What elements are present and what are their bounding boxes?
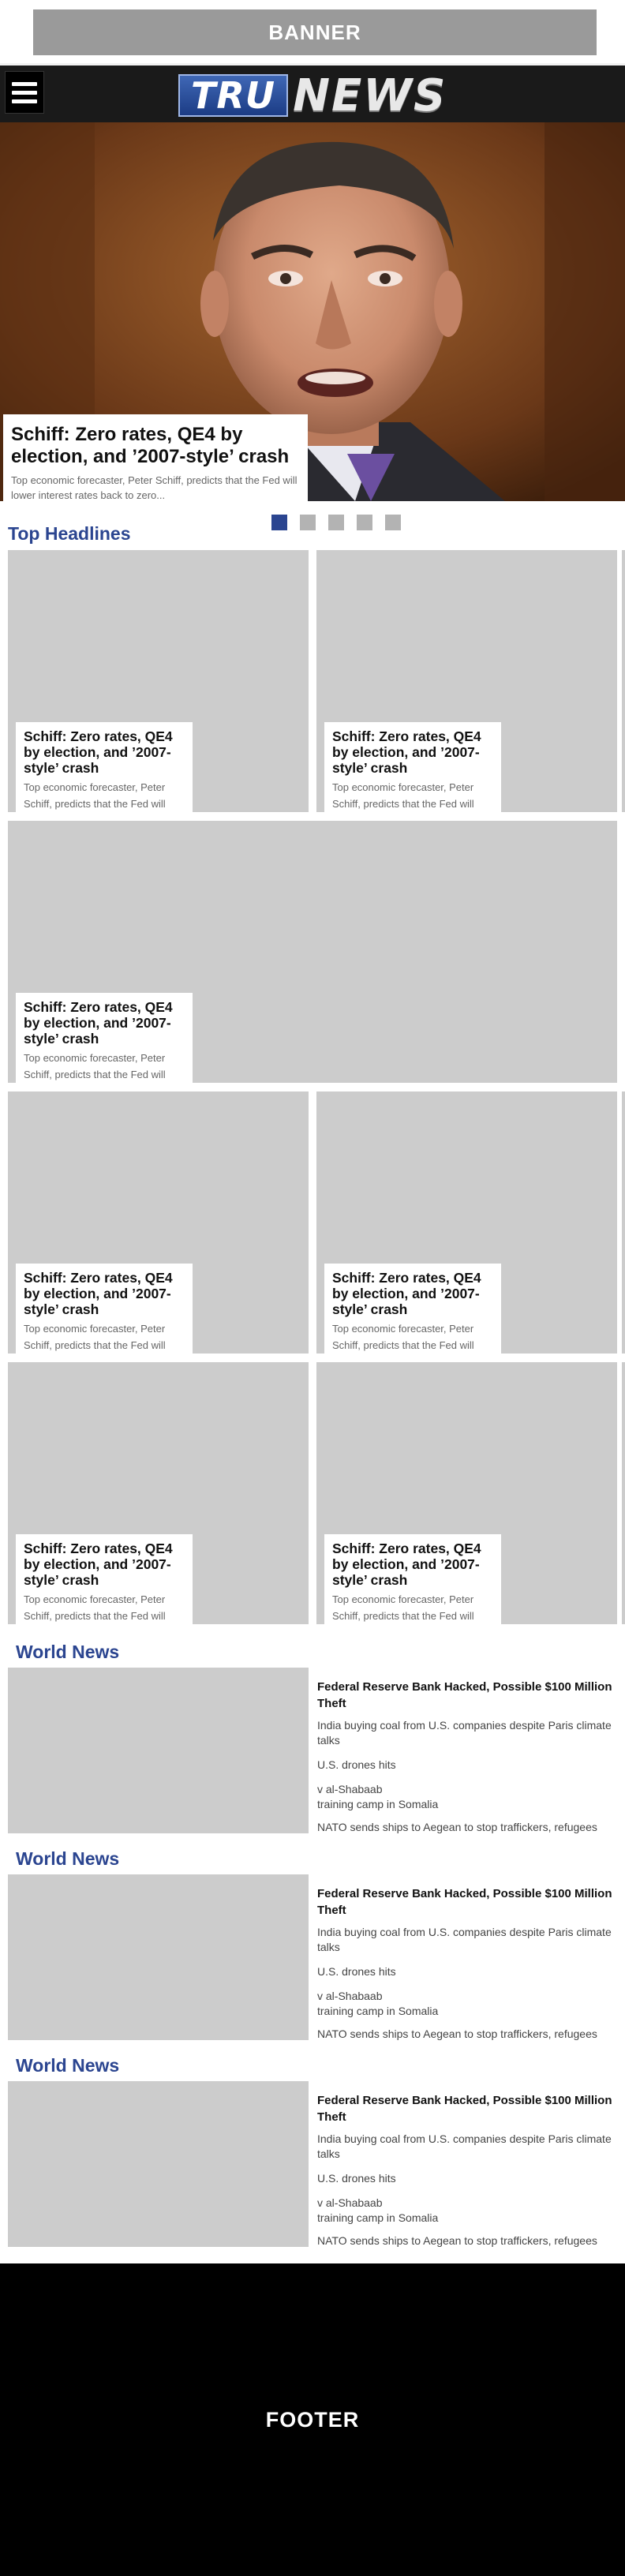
world-news-item[interactable]: U.S. drones hits <box>317 2171 617 2186</box>
card-caption: Schiff: Zero rates, QE4 by election, and… <box>324 722 501 812</box>
menu-bar <box>12 81 37 86</box>
world-news-item[interactable]: v al-Shabaab training camp in Somalia <box>317 1782 617 1812</box>
world-news-headline[interactable]: Federal Reserve Bank Hacked, Possible $1… <box>317 1885 617 1919</box>
hamburger-menu-button[interactable] <box>5 71 44 114</box>
card-caption: Schiff: Zero rates, QE4 by election, and… <box>16 1534 193 1624</box>
headline-card-wide[interactable]: Schiff: Zero rates, QE4 by election, and… <box>8 821 617 1083</box>
world-news-item[interactable]: v al-Shabaab training camp in Somalia <box>317 2196 617 2226</box>
world-news-item[interactable]: India buying coal from U.S. companies de… <box>317 2132 617 2162</box>
card-title[interactable]: Schiff: Zero rates, QE4 by election, and… <box>24 1270 185 1317</box>
card-description: Top economic forecaster, Peter Schiff, p… <box>332 781 474 810</box>
world-news-item[interactable]: NATO sends ships to Aegean to stop traff… <box>317 2233 617 2248</box>
world-news-item[interactable]: NATO sends ships to Aegean to stop traff… <box>317 2027 617 2042</box>
slider-dot-5[interactable] <box>385 515 401 530</box>
world-news-item[interactable]: U.S. drones hits <box>317 1758 617 1773</box>
world-news-item[interactable]: NATO sends ships to Aegean to stop traff… <box>317 1820 617 1835</box>
world-news-list: Federal Reserve Bank Hacked, Possible $1… <box>317 2092 617 2258</box>
card-title[interactable]: Schiff: Zero rates, QE4 by election, and… <box>24 728 185 776</box>
banner-area: BANNER <box>0 0 625 63</box>
world-news-list: Federal Reserve Bank Hacked, Possible $1… <box>317 1679 617 1844</box>
world-news-list: Federal Reserve Bank Hacked, Possible $1… <box>317 1885 617 2051</box>
hero-caption[interactable]: Schiff: Zero rates, QE4 by election, and… <box>3 414 308 501</box>
card-caption: Schiff: Zero rates, QE4 by election, and… <box>324 1534 501 1624</box>
world-news-heading: World News <box>16 1848 120 1869</box>
headline-card[interactable]: Schiff: Zero rates, QE4 by election, and… <box>316 1362 617 1624</box>
footer: FOOTER <box>0 2263 625 2576</box>
card-caption: Schiff: Zero rates, QE4 by election, and… <box>16 722 193 812</box>
card-title[interactable]: Schiff: Zero rates, QE4 by election, and… <box>24 1541 185 1588</box>
top-headlines-heading: Top Headlines <box>8 523 131 544</box>
world-news-heading: World News <box>16 1642 120 1662</box>
site-logo[interactable]: TRU NEWS <box>178 70 494 122</box>
headline-card[interactable]: Schiff: Zero rates, QE4 by election, and… <box>8 1362 309 1624</box>
hero-description: Top economic forecaster, Peter Schiff, p… <box>11 474 298 501</box>
headline-card[interactable]: Schiff: Zero rates, QE4 by election, and… <box>316 550 617 812</box>
world-news-heading: World News <box>16 2055 120 2076</box>
menu-bar <box>12 90 37 95</box>
card-title[interactable]: Schiff: Zero rates, QE4 by election, and… <box>24 999 185 1046</box>
world-news-item[interactable]: India buying coal from U.S. companies de… <box>317 1925 617 1955</box>
headline-card[interactable]: Schiff: Zero rates, QE4 by election, and… <box>8 1091 309 1354</box>
card-title[interactable]: Schiff: Zero rates, QE4 by election, and… <box>332 728 493 776</box>
card-description: Top economic forecaster, Peter Schiff, p… <box>332 1593 474 1622</box>
headline-card-peek <box>622 1362 625 1624</box>
headline-card[interactable]: Schiff: Zero rates, QE4 by election, and… <box>8 550 309 812</box>
world-news-item[interactable]: U.S. drones hits <box>317 1964 617 1979</box>
menu-bar <box>12 99 37 103</box>
headline-card[interactable]: Schiff: Zero rates, QE4 by election, and… <box>316 1091 617 1354</box>
world-news-item[interactable]: v al-Shabaab training camp in Somalia <box>317 1989 617 2019</box>
page: BANNER TRU NEWS Schiff: Zero rates, QE4 … <box>0 0 625 2576</box>
hero-slider[interactable]: Schiff: Zero rates, QE4 by election, and… <box>0 122 625 501</box>
card-caption: Schiff: Zero rates, QE4 by election, and… <box>16 1264 193 1354</box>
slider-dot-3[interactable] <box>328 515 344 530</box>
slider-dot-1[interactable] <box>271 515 287 530</box>
card-description: Top economic forecaster, Peter Schiff, p… <box>24 1593 166 1622</box>
world-news-headline[interactable]: Federal Reserve Bank Hacked, Possible $1… <box>317 2092 617 2125</box>
world-news-image[interactable] <box>8 1668 309 1833</box>
card-title[interactable]: Schiff: Zero rates, QE4 by election, and… <box>332 1270 493 1317</box>
world-news-headline[interactable]: Federal Reserve Bank Hacked, Possible $1… <box>317 1679 617 1712</box>
navbar: TRU NEWS <box>0 63 625 122</box>
card-caption: Schiff: Zero rates, QE4 by election, and… <box>16 993 193 1083</box>
logo-tru: TRU <box>178 74 289 117</box>
card-caption: Schiff: Zero rates, QE4 by election, and… <box>324 1264 501 1354</box>
hero-title[interactable]: Schiff: Zero rates, QE4 by election, and… <box>11 424 300 468</box>
card-description: Top economic forecaster, Peter Schiff, p… <box>332 1323 474 1351</box>
logo-news: NEWS <box>293 69 447 122</box>
card-description: Top economic forecaster, Peter Schiff, p… <box>24 781 166 810</box>
banner-ad[interactable]: BANNER <box>33 9 597 55</box>
world-news-image[interactable] <box>8 2081 309 2247</box>
world-news-item[interactable]: India buying coal from U.S. companies de… <box>317 1718 617 1748</box>
slider-pagination <box>271 515 401 530</box>
headline-card-peek <box>622 1091 625 1354</box>
slider-dot-4[interactable] <box>357 515 372 530</box>
card-title[interactable]: Schiff: Zero rates, QE4 by election, and… <box>332 1541 493 1588</box>
headline-card-peek <box>622 550 625 812</box>
card-description: Top economic forecaster, Peter Schiff, p… <box>24 1052 166 1080</box>
world-news-image[interactable] <box>8 1874 309 2040</box>
slider-dot-2[interactable] <box>300 515 316 530</box>
card-description: Top economic forecaster, Peter Schiff, p… <box>24 1323 166 1351</box>
